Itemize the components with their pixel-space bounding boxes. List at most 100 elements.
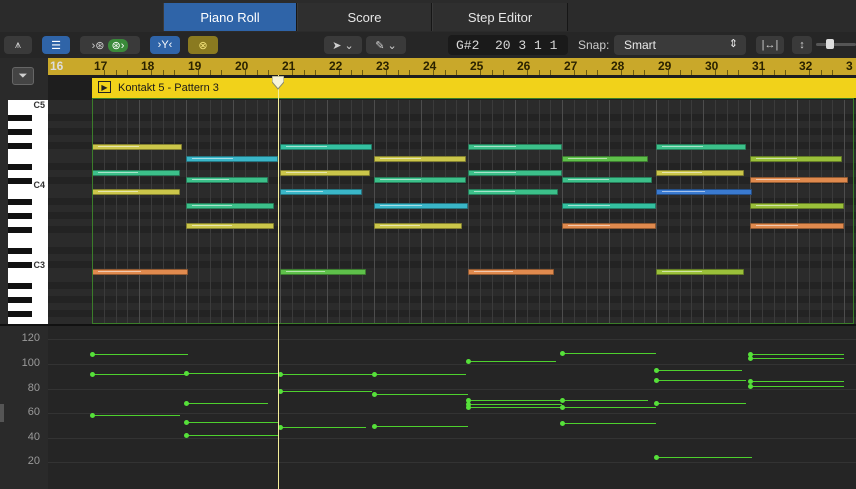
zoom-slider[interactable] <box>816 39 856 49</box>
midi-note[interactable] <box>468 144 562 150</box>
region-header[interactable]: ▶ Kontakt 5 - Pattern 3 <box>92 78 856 98</box>
velocity-handle[interactable] <box>372 392 377 397</box>
list-view-button[interactable]: ☰ <box>42 36 70 54</box>
midi-note[interactable] <box>186 203 274 209</box>
velocity-bar[interactable] <box>186 422 278 423</box>
midi-note[interactable] <box>280 269 366 275</box>
velocity-bar[interactable] <box>186 403 268 404</box>
velocity-handle[interactable] <box>654 368 659 373</box>
tab-step-editor[interactable]: Step Editor <box>432 3 568 31</box>
midi-note[interactable] <box>374 177 466 183</box>
vertical-zoom-button[interactable]: ↕ <box>792 36 812 54</box>
velocity-bar[interactable] <box>280 374 372 375</box>
midi-note[interactable] <box>92 170 180 176</box>
tab-score[interactable]: Score <box>297 3 432 31</box>
midi-note[interactable] <box>92 144 182 150</box>
velocity-bar[interactable] <box>656 457 752 458</box>
velocity-bar[interactable] <box>750 381 844 382</box>
velocity-handle[interactable] <box>184 433 189 438</box>
velocity-handle[interactable] <box>184 420 189 425</box>
velocity-handle[interactable] <box>90 352 95 357</box>
link-button[interactable]: ⊗ <box>188 36 218 54</box>
black-key[interactable] <box>8 213 32 219</box>
black-key[interactable] <box>8 311 32 317</box>
velocity-bar[interactable] <box>468 361 556 362</box>
velocity-bar[interactable] <box>468 400 562 401</box>
midi-note[interactable] <box>186 177 268 183</box>
zoom-slider-thumb[interactable] <box>826 39 834 49</box>
velocity-handle[interactable] <box>654 378 659 383</box>
piano-roll-grid[interactable] <box>48 100 856 324</box>
midi-note[interactable] <box>468 269 554 275</box>
velocity-handle[interactable] <box>184 371 189 376</box>
velocity-handle[interactable] <box>748 384 753 389</box>
midi-note[interactable] <box>750 156 842 162</box>
tab-piano-roll[interactable]: Piano Roll <box>163 3 297 31</box>
midi-note[interactable] <box>562 223 656 229</box>
black-key[interactable] <box>8 283 32 289</box>
midi-note[interactable] <box>750 177 848 183</box>
midi-note[interactable] <box>656 170 744 176</box>
velocity-handle[interactable] <box>90 413 95 418</box>
midi-note[interactable] <box>562 177 652 183</box>
piano-keyboard[interactable]: C5 C4 C3 <box>8 100 48 324</box>
velocity-bar[interactable] <box>656 380 746 381</box>
velocity-bar[interactable] <box>92 354 188 355</box>
black-key[interactable] <box>8 129 32 135</box>
black-key[interactable] <box>8 178 32 184</box>
velocity-handle[interactable] <box>654 455 659 460</box>
velocity-handle[interactable] <box>560 405 565 410</box>
velocity-bar[interactable] <box>374 374 466 375</box>
velocity-bar[interactable] <box>468 407 562 408</box>
velocity-bar[interactable] <box>750 354 844 355</box>
midi-note[interactable] <box>656 144 746 150</box>
black-key[interactable] <box>8 115 32 121</box>
midi-note[interactable] <box>656 269 744 275</box>
velocity-bar[interactable] <box>750 386 844 387</box>
pointer-tool-menu[interactable]: ➤ ⌄ <box>324 36 362 54</box>
velocity-bar[interactable] <box>562 400 648 401</box>
velocity-bar[interactable] <box>186 435 278 436</box>
midi-note[interactable] <box>374 203 468 209</box>
midi-note[interactable] <box>280 144 372 150</box>
velocity-bar[interactable] <box>186 373 278 374</box>
lane-handle[interactable] <box>0 404 4 422</box>
black-key[interactable] <box>8 297 32 303</box>
velocity-bar[interactable] <box>280 391 372 392</box>
catch-button[interactable]: ›Y‹ <box>150 36 180 54</box>
velocity-bar[interactable] <box>562 353 656 354</box>
black-key[interactable] <box>8 199 32 205</box>
velocity-handle[interactable] <box>560 351 565 356</box>
velocity-handle[interactable] <box>184 401 189 406</box>
midi-note[interactable] <box>374 223 462 229</box>
horizontal-zoom-button[interactable]: |↔| <box>756 36 784 54</box>
velocity-bar[interactable] <box>562 423 656 424</box>
velocity-bar[interactable] <box>92 415 180 416</box>
midi-note[interactable] <box>750 223 844 229</box>
velocity-bar[interactable] <box>656 403 746 404</box>
velocity-handle[interactable] <box>372 424 377 429</box>
black-key[interactable] <box>8 248 32 254</box>
midi-note[interactable] <box>280 189 362 195</box>
region-menu-button[interactable]: ⏷ <box>12 67 34 85</box>
velocity-bar[interactable] <box>468 404 562 405</box>
velocity-bar[interactable] <box>750 358 844 359</box>
velocity-bar[interactable] <box>562 407 656 408</box>
snap-select[interactable]: Smart ⇕ <box>614 35 746 55</box>
black-key[interactable] <box>8 164 32 170</box>
play-region-icon[interactable]: ▶ <box>98 81 111 93</box>
velocity-bar[interactable] <box>374 426 468 427</box>
midi-note[interactable] <box>92 269 188 275</box>
playhead-handle[interactable] <box>272 76 284 90</box>
black-key[interactable] <box>8 227 32 233</box>
black-key[interactable] <box>8 262 32 268</box>
velocity-handle[interactable] <box>466 359 471 364</box>
midi-note[interactable] <box>562 156 648 162</box>
midi-note[interactable] <box>186 223 274 229</box>
midi-note[interactable] <box>92 189 180 195</box>
playhead[interactable] <box>278 75 279 489</box>
bar-ruler[interactable]: 16 17 18 19 20 21 22 23 24 25 26 27 28 29 30 31 32 3 <box>48 58 856 75</box>
midi-note[interactable] <box>656 189 752 195</box>
velocity-handle[interactable] <box>466 405 471 410</box>
velocity-bar[interactable] <box>656 370 742 371</box>
